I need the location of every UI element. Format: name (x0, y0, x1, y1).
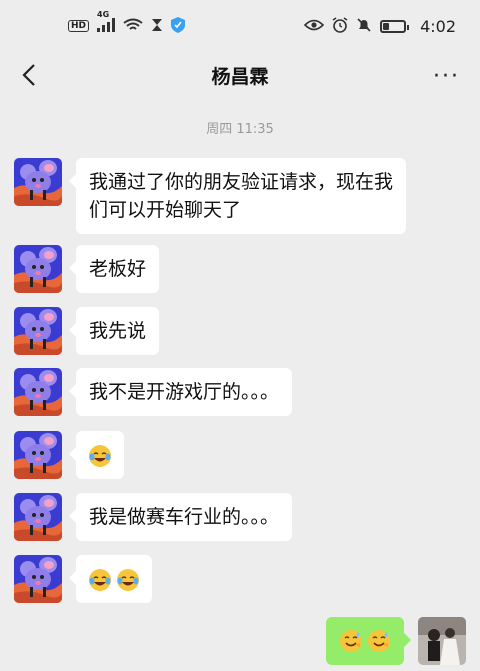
message-text: 老板好 (89, 258, 147, 280)
back-button[interactable] (14, 60, 44, 90)
my-message-bubble[interactable] (326, 617, 411, 665)
message-row: 我是做赛车行业的。。。 (14, 493, 293, 541)
message-bubble[interactable] (69, 431, 124, 479)
chevron-left-icon (22, 64, 35, 86)
message-text: 我先说 (89, 320, 147, 342)
hourglass-icon (151, 18, 163, 35)
message-row (14, 431, 124, 479)
grinning-sweat-emoji-icon (339, 629, 363, 653)
message-bubble[interactable]: 我不是开游戏厅的。。。 (68, 368, 293, 416)
emoji-group (339, 629, 391, 653)
more-dots-icon: ··· (433, 64, 460, 89)
eye-icon (303, 19, 325, 34)
chat-header: 杨昌霖 ··· (0, 52, 480, 98)
message-row: 我先说 (14, 307, 160, 355)
bell-muted-icon (356, 17, 372, 36)
my-avatar[interactable] (418, 617, 466, 665)
alarm-icon (332, 16, 348, 36)
message-row: 我不是开游戏厅的。。。 (14, 368, 293, 416)
crying-laughing-emoji-icon (88, 568, 112, 592)
clock-time: 4:02 (420, 16, 456, 36)
network-type-label: 4G (97, 9, 110, 19)
avatar[interactable] (14, 158, 62, 206)
message-text: 我通过了你的朋友验证请求，现在我们可以开始聊天了 (89, 171, 394, 221)
emoji-group (88, 444, 112, 468)
avatar[interactable] (14, 555, 62, 603)
status-right: 4:02 (303, 16, 456, 36)
more-button[interactable]: ··· (433, 64, 460, 89)
message-bubble[interactable]: 我通过了你的朋友验证请求，现在我们可以开始聊天了 (69, 158, 406, 234)
grinning-sweat-emoji-icon (367, 629, 391, 653)
avatar[interactable] (14, 245, 62, 293)
message-bubble[interactable]: 我是做赛车行业的。。。 (68, 493, 293, 541)
status-left: HD 4G (68, 10, 186, 36)
time-divider: 周四 11:35 (206, 122, 274, 137)
my-message-row (326, 617, 466, 665)
message-bubble[interactable]: 老板好 (68, 245, 160, 293)
message-row: 老板好 (14, 245, 160, 293)
emoji-group (88, 568, 140, 592)
crying-laughing-emoji-icon (116, 568, 140, 592)
message-row: 我通过了你的朋友验证请求，现在我们可以开始聊天了 (14, 158, 406, 234)
status-bar: HD 4G 4:02 (0, 0, 480, 52)
message-text: 我是做赛车行业的。。。 (89, 506, 280, 528)
chat-title: 杨昌霖 (211, 65, 269, 88)
wifi-icon (123, 18, 143, 35)
avatar[interactable] (14, 431, 62, 479)
signal-icon: 4G (97, 10, 116, 35)
battery-icon (380, 19, 410, 33)
avatar[interactable] (14, 307, 62, 355)
shield-icon (171, 16, 186, 36)
avatar[interactable] (14, 493, 62, 541)
message-row (14, 555, 152, 603)
message-bubble[interactable]: 我先说 (68, 307, 160, 355)
crying-laughing-emoji-icon (88, 444, 112, 468)
hd-badge: HD (68, 20, 90, 32)
message-text: 我不是开游戏厅的。。。 (89, 381, 280, 403)
avatar[interactable] (14, 368, 62, 416)
message-bubble[interactable] (69, 555, 152, 603)
